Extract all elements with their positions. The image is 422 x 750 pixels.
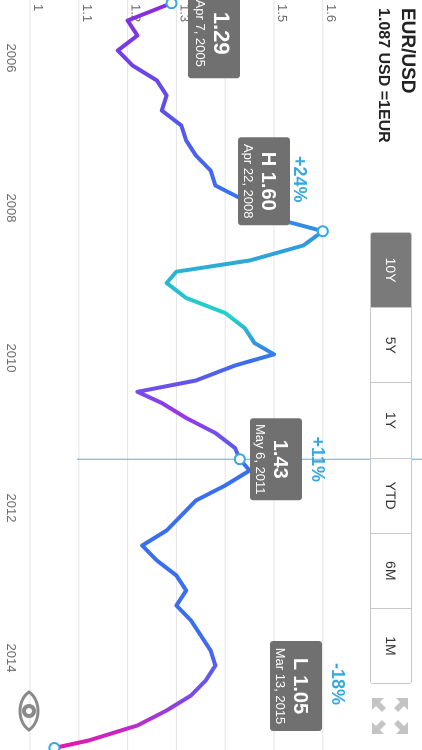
low-marker	[48, 742, 61, 750]
pair-title: EUR/USD	[397, 8, 418, 94]
x-tick-label: 2014	[4, 644, 19, 673]
range-tab-6m[interactable]: 6M	[371, 533, 411, 609]
x-tick-label: 2008	[4, 194, 19, 223]
y-tick-labels: 11.11.21.31.41.51.6	[31, 4, 339, 22]
range-tab-ytd[interactable]: YTD	[371, 458, 411, 534]
y-tick-label: 1.5	[275, 4, 290, 22]
start-marker	[165, 0, 178, 10]
low-label-change: -18%	[328, 663, 348, 705]
high-label-date: Apr 22, 2008	[241, 144, 256, 218]
range-selector: 10Y 5Y 1Y YTD 6M 1M	[370, 232, 412, 684]
y-tick-label: 1	[31, 4, 46, 11]
series-line	[52, 1, 325, 750]
range-tab-1y[interactable]: 1Y	[371, 383, 411, 459]
start-label-value: 1.29	[209, 12, 234, 55]
rate-text: 1.087 USD =1EUR	[375, 8, 392, 143]
high-label-change: +24%	[290, 156, 310, 203]
x-tick-labels: 2006 2008 2010 2012 2014	[4, 44, 19, 673]
annotation-labels: 1.29Apr 7, 2005 H 1.60Apr 22, 2008 +24% 1.4…	[188, 0, 348, 731]
point-markers	[48, 0, 329, 750]
low-label-value: L 1.05	[289, 658, 311, 714]
cursor-label-change: +11%	[308, 436, 328, 482]
low-label-date: Mar 13, 2015	[273, 648, 288, 725]
range-tab-1m[interactable]: 1M	[371, 608, 411, 684]
x-tick-label: 2006	[4, 44, 19, 73]
cursor-label-date: May 6, 2011	[253, 424, 268, 495]
high-marker	[316, 225, 329, 238]
x-tick-label: 2012	[4, 494, 19, 523]
landscape-stage: 11.11.21.31.41.51.6 20062008201020122014…	[0, 0, 422, 750]
x-tick-label: 2010	[4, 344, 19, 373]
y-tick-label: 1.6	[324, 4, 339, 22]
high-label-value: H 1.60	[257, 152, 279, 211]
range-tab-10y[interactable]: 10Y	[371, 233, 411, 309]
expand-arrows-icon[interactable]	[368, 694, 412, 738]
cursor-marker	[233, 453, 246, 466]
price-chart[interactable]: 11.11.21.31.41.51.6 20062008201020122014…	[0, 0, 422, 750]
y-tick-label: 1.1	[80, 4, 95, 22]
range-tab-5y[interactable]: 5Y	[371, 308, 411, 384]
chart-grid	[29, 0, 324, 750]
eye-icon[interactable]	[6, 688, 52, 734]
cursor-label-value: 1.43	[269, 440, 291, 479]
start-label-date: Apr 7, 2005	[193, 0, 208, 67]
